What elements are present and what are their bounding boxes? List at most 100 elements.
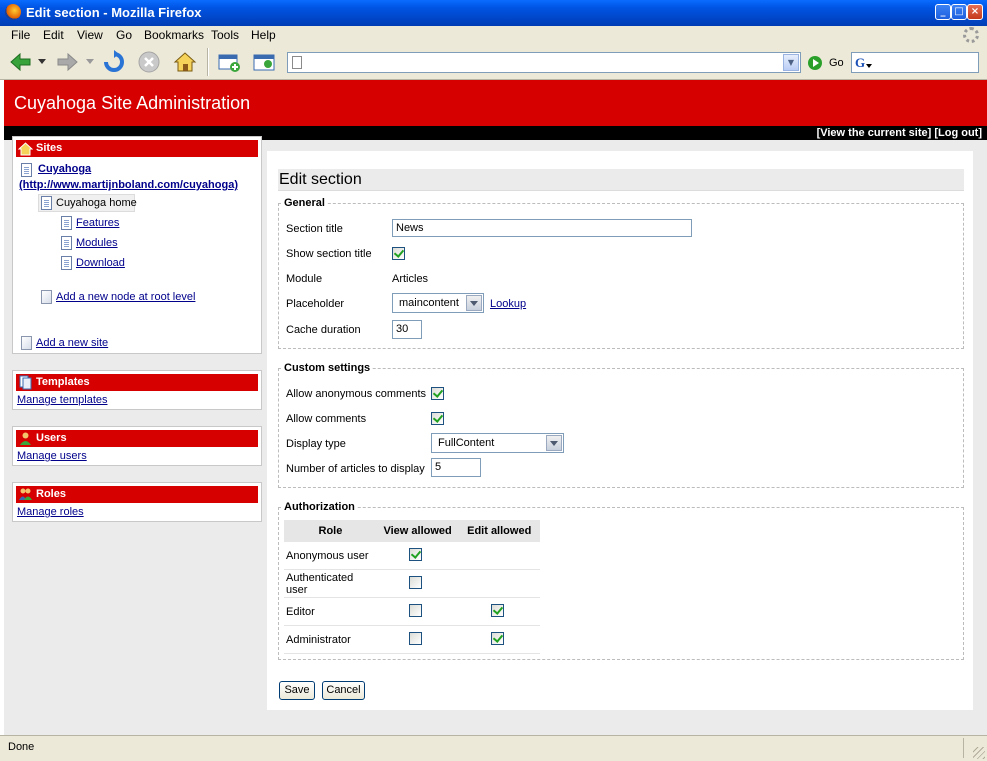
- node-modules-link[interactable]: Modules: [76, 237, 118, 249]
- custom-settings-legend: Custom settings: [282, 362, 373, 374]
- placeholder-select[interactable]: maincontent: [392, 293, 484, 313]
- authorization-legend: Authorization: [282, 501, 357, 513]
- show-section-title-label: Show section title: [286, 248, 372, 260]
- close-window-button[interactable]: ×: [967, 4, 983, 20]
- section-title-label: Section title: [286, 223, 343, 235]
- search-engine-dropdown-icon[interactable]: [866, 64, 872, 68]
- menu-help[interactable]: Help: [251, 28, 276, 42]
- module-value: Articles: [392, 273, 429, 285]
- lookup-link[interactable]: Lookup: [490, 298, 526, 310]
- templates-icon: [19, 375, 32, 390]
- root-node-icon: [41, 196, 52, 210]
- show-section-title-checkbox[interactable]: [392, 247, 405, 260]
- allow-comments-checkbox[interactable]: [431, 412, 444, 425]
- manage-users-link[interactable]: Manage users: [17, 450, 87, 462]
- back-dropdown-icon[interactable]: [38, 59, 46, 65]
- templates-header: Templates: [16, 374, 258, 391]
- manage-templates-link[interactable]: Manage templates: [17, 394, 108, 406]
- view-current-site-link[interactable]: [View the current site]: [817, 127, 932, 139]
- number-of-articles-input[interactable]: 5: [431, 458, 481, 477]
- forward-dropdown-icon[interactable]: [86, 59, 94, 65]
- add-node-icon: [41, 290, 52, 304]
- navigation-toolbar: ▼ Go G: [0, 44, 987, 80]
- table-row: Authenticated user: [284, 569, 540, 598]
- sites-header: Sites: [16, 140, 258, 157]
- edit-allowed-checkbox[interactable]: [491, 632, 505, 645]
- manage-roles-link[interactable]: Manage roles: [17, 506, 84, 518]
- placeholder-label: Placeholder: [286, 298, 345, 310]
- view-allowed-checkbox[interactable]: [408, 576, 422, 589]
- address-bar[interactable]: ▼: [287, 52, 801, 73]
- resize-grip-icon[interactable]: [973, 747, 985, 759]
- page-title: Edit section: [278, 169, 964, 191]
- table-row: Administrator: [284, 625, 540, 654]
- templates-panel: Templates Manage templates: [12, 370, 262, 410]
- section-title-input[interactable]: News: [392, 219, 692, 237]
- anonymous-comments-checkbox[interactable]: [431, 387, 444, 400]
- allow-comments-label: Allow comments: [286, 413, 367, 425]
- add-root-node-link[interactable]: Add a new node at root level: [56, 291, 195, 303]
- users-header: Users: [16, 430, 258, 447]
- google-icon[interactable]: G: [855, 55, 865, 71]
- users-panel: Users Manage users: [12, 426, 262, 466]
- save-button[interactable]: Save: [279, 681, 315, 700]
- window-title: Edit section - Mozilla Firefox: [26, 5, 202, 20]
- role-name: Administrator: [284, 625, 377, 654]
- menu-file[interactable]: File: [11, 28, 30, 42]
- add-site-icon: [21, 336, 32, 350]
- stop-icon[interactable]: [136, 50, 162, 74]
- add-new-site-link[interactable]: Add a new site: [36, 337, 108, 349]
- reload-icon[interactable]: [101, 50, 127, 74]
- home-site-icon: [18, 142, 33, 156]
- column-header-edit-allowed: Edit allowed: [458, 520, 540, 542]
- search-box[interactable]: G: [851, 52, 979, 73]
- module-label: Module: [286, 273, 323, 285]
- address-dropdown-icon[interactable]: ▼: [783, 54, 799, 71]
- node-features-icon: [61, 216, 72, 230]
- new-window-icon[interactable]: [216, 50, 242, 74]
- authorization-table: Role View allowed Edit allowed Anonymous…: [284, 520, 540, 654]
- node-features-link[interactable]: Features: [76, 217, 119, 229]
- column-header-view-allowed: View allowed: [376, 520, 459, 542]
- chevron-down-icon[interactable]: [546, 435, 562, 451]
- menu-go[interactable]: Go: [116, 28, 132, 42]
- minimize-button[interactable]: _: [935, 4, 951, 20]
- view-allowed-checkbox[interactable]: [408, 604, 422, 617]
- site-link-cuyahoga[interactable]: Cuyahoga: [38, 163, 91, 175]
- site-page-icon: [21, 163, 32, 177]
- view-allowed-checkbox[interactable]: [408, 632, 422, 645]
- window-titlebar: Edit section - Mozilla Firefox _ □ ×: [0, 0, 987, 26]
- chevron-down-icon[interactable]: [466, 295, 482, 311]
- general-fieldset: General Section title News Show section …: [278, 197, 964, 349]
- forward-arrow-icon[interactable]: [54, 50, 80, 74]
- site-url-link[interactable]: (http://www.martijnboland.com/cuyahoga): [19, 179, 238, 191]
- cancel-button[interactable]: Cancel: [322, 681, 365, 700]
- home-icon[interactable]: [172, 50, 198, 74]
- root-node-cuyahoga-home[interactable]: Cuyahoga home: [56, 197, 137, 209]
- maximize-button[interactable]: □: [951, 4, 967, 20]
- log-out-link[interactable]: [Log out]: [934, 127, 982, 139]
- menu-edit[interactable]: Edit: [43, 28, 64, 42]
- node-download-icon: [61, 256, 72, 270]
- page-content: Cuyahoga Site Administration [View the c…: [0, 80, 987, 735]
- menu-tools[interactable]: Tools: [211, 28, 239, 42]
- number-of-articles-label: Number of articles to display: [286, 463, 425, 475]
- go-button[interactable]: Go: [829, 57, 844, 69]
- site-header: Cuyahoga Site Administration: [4, 80, 987, 126]
- go-icon[interactable]: [808, 56, 822, 70]
- throbber-icon: [963, 27, 979, 43]
- display-type-select[interactable]: FullContent: [431, 433, 564, 453]
- roles-panel: Roles Manage roles: [12, 482, 262, 522]
- status-bar: Done: [0, 735, 987, 761]
- new-tab-icon[interactable]: [251, 50, 277, 74]
- cache-duration-input[interactable]: 30: [392, 320, 422, 339]
- back-arrow-icon[interactable]: [8, 50, 34, 74]
- page-icon: [292, 56, 302, 69]
- custom-settings-fieldset: Custom settings Allow anonymous comments…: [278, 362, 964, 488]
- edit-allowed-checkbox[interactable]: [491, 604, 505, 617]
- node-download-link[interactable]: Download: [76, 257, 125, 269]
- toolbar-separator: [207, 48, 209, 76]
- view-allowed-checkbox[interactable]: [408, 548, 422, 561]
- menu-view[interactable]: View: [77, 28, 103, 42]
- menu-bookmarks[interactable]: Bookmarks: [144, 28, 204, 42]
